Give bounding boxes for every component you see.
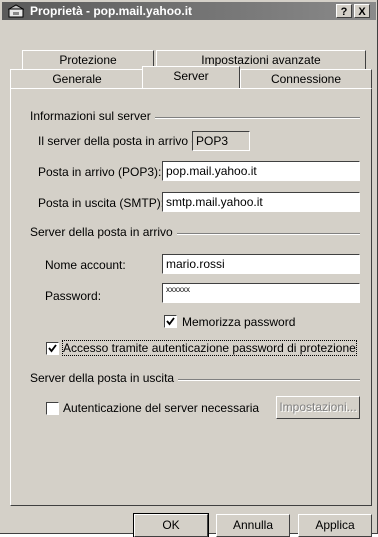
- window-title: Proprietà - pop.mail.yahoo.it: [30, 4, 193, 18]
- incoming-type-value: POP3: [192, 131, 250, 151]
- incoming-type-label: Il server della posta in arrivo è:: [38, 134, 202, 148]
- server-auth-label[interactable]: Autenticazione del server necessaria: [63, 401, 259, 415]
- account-name-label: Nome account:: [45, 258, 126, 272]
- spa-label[interactable]: Accesso tramite autenticazione password …: [62, 340, 357, 356]
- spa-checkbox[interactable]: [46, 342, 59, 355]
- server-auth-checkbox[interactable]: [46, 402, 59, 415]
- password-label: Password:: [45, 289, 102, 303]
- checkmark-icon: [48, 344, 57, 353]
- group-title-outgoing: Server della posta in uscita: [30, 371, 179, 385]
- properties-dialog: Proprietà - pop.mail.yahoo.it ? X Protez…: [0, 0, 378, 537]
- account-name-input[interactable]: mario.rossi: [162, 254, 360, 274]
- title-bar[interactable]: Proprietà - pop.mail.yahoo.it ? X: [2, 2, 376, 20]
- close-button[interactable]: X: [354, 4, 370, 18]
- settings-button[interactable]: Impostazioni...: [276, 396, 360, 419]
- remember-password-label[interactable]: Memorizza password: [182, 315, 295, 329]
- checkmark-icon: [166, 317, 175, 326]
- tab-generale[interactable]: Generale: [10, 69, 144, 88]
- help-button[interactable]: ?: [336, 4, 352, 18]
- remember-password-checkbox[interactable]: [164, 315, 177, 328]
- group-title-server-info: Informazioni sul server: [30, 109, 155, 123]
- incoming-server-label: Posta in arrivo (POP3):: [38, 165, 162, 179]
- group-title-incoming: Server della posta in arrivo: [30, 225, 177, 239]
- tab-protezione[interactable]: Protezione: [22, 50, 154, 69]
- outgoing-server-label: Posta in uscita (SMTP):: [38, 196, 165, 210]
- incoming-server-input[interactable]: pop.mail.yahoo.it: [162, 161, 360, 181]
- tab-connessione[interactable]: Connessione: [240, 69, 372, 88]
- outgoing-server-input[interactable]: smtp.mail.yahoo.it: [162, 192, 360, 212]
- mail-server-icon: [8, 4, 24, 18]
- password-input[interactable]: xxxxxx: [162, 283, 360, 303]
- tab-server[interactable]: Server: [142, 66, 240, 88]
